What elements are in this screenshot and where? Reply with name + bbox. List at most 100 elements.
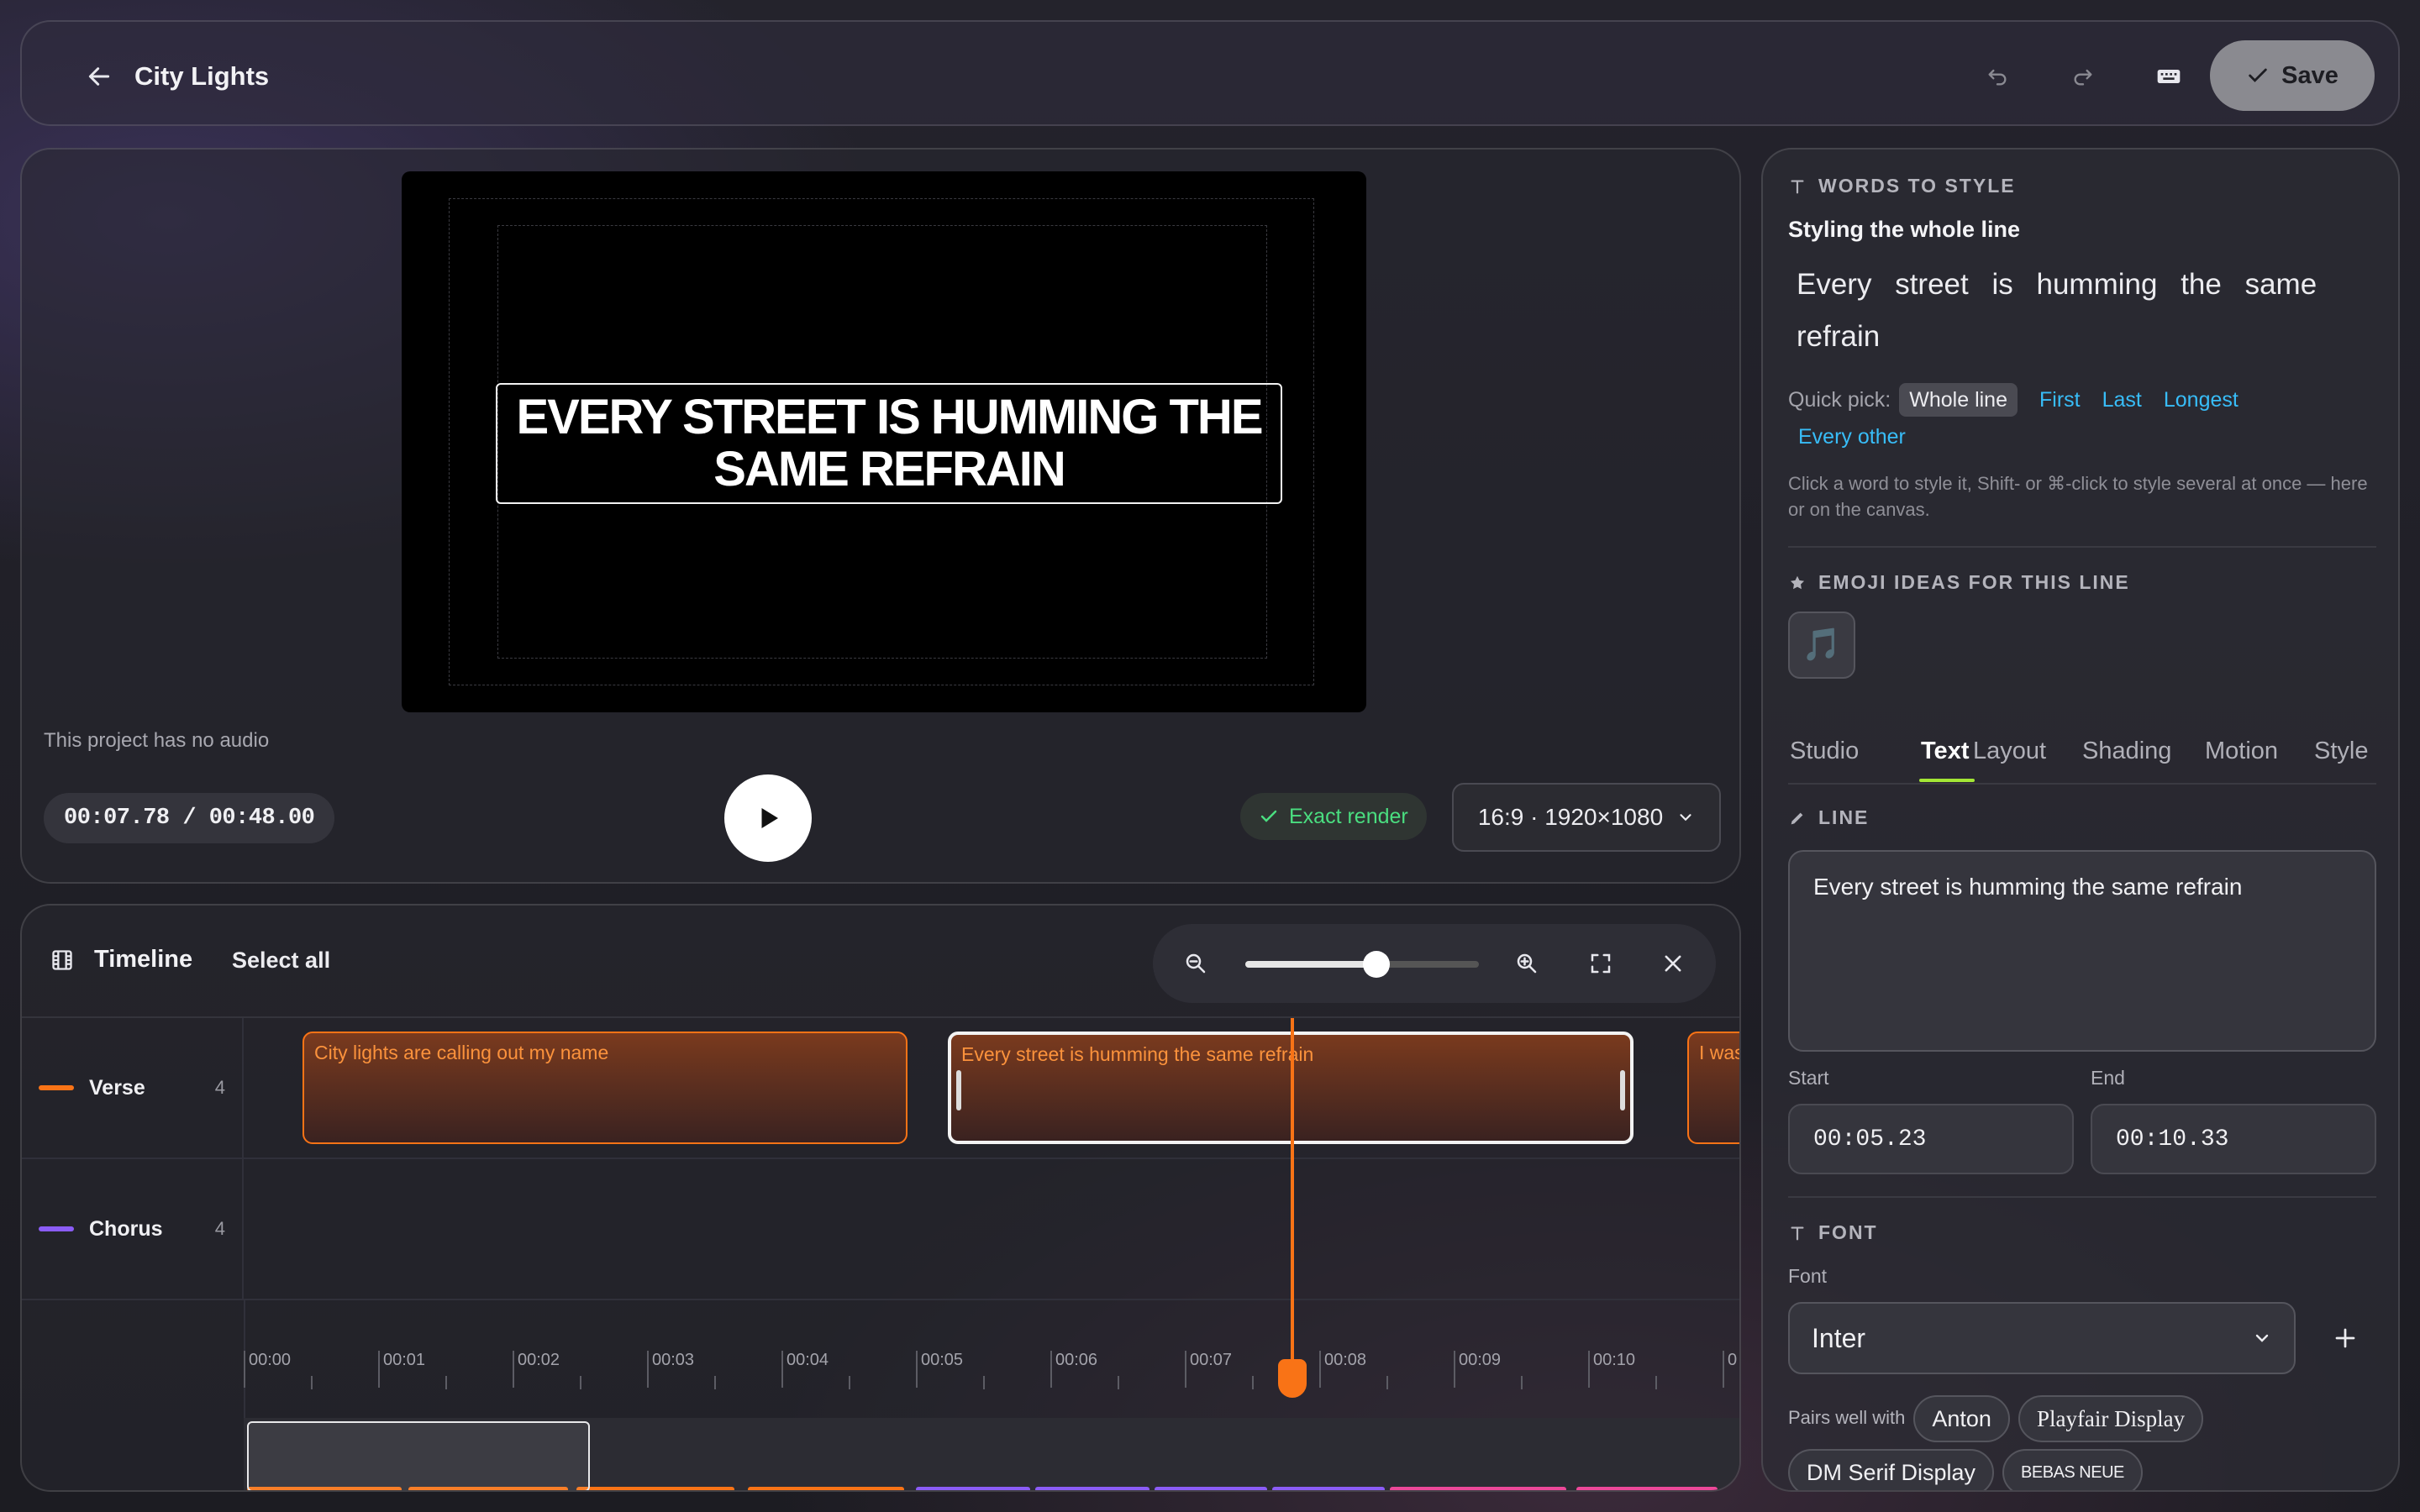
font-pair-chip[interactable]: DM Serif Display (1788, 1449, 1995, 1490)
tab-layout[interactable]: Layout (1973, 738, 2046, 765)
ruler-minor-tick (983, 1376, 985, 1389)
lane-count: 4 (214, 1077, 225, 1098)
quick-pick-first[interactable]: First (2039, 388, 2081, 412)
lane-verse: Verse 4 City lights are calling out my n… (22, 1018, 1739, 1159)
aspect-ratio-select[interactable]: 16:9 · 1920×1080 (1452, 783, 1721, 852)
playhead (1291, 1018, 1294, 1396)
caption-clip[interactable]: I was (1687, 1032, 1741, 1144)
ruler-minor-tick (1655, 1376, 1657, 1389)
clip-text: I was (1699, 1042, 1741, 1063)
music-note-icon: 🎵 (1802, 627, 1842, 663)
clip-trim-handle-right[interactable] (1620, 1070, 1625, 1110)
lane-name: Verse (89, 1075, 145, 1100)
ruler-tick-label: 00:01 (378, 1351, 425, 1388)
overview-segment (1272, 1487, 1385, 1490)
word-token[interactable]: same (2245, 268, 2317, 301)
undo-icon[interactable] (1976, 55, 2018, 97)
caption-box[interactable]: Every street is humming the same refrain (496, 383, 1282, 504)
start-time-input[interactable]: 00:05.23 (1788, 1104, 2074, 1174)
ruler-minor-tick (849, 1376, 850, 1389)
font-pair-chip[interactable]: Playfair Display (2018, 1395, 2204, 1443)
word-token[interactable]: humming (2037, 268, 2158, 301)
end-time-input[interactable]: 00:10.33 (2091, 1104, 2376, 1174)
word-token[interactable]: refrain (1797, 320, 1880, 353)
play-icon (761, 808, 778, 828)
ruler-tick-label: 00:03 (647, 1351, 694, 1388)
ruler-tick-label: 00:06 (1050, 1351, 1097, 1388)
overview-segment (916, 1487, 1030, 1490)
tab-style[interactable]: Style (2314, 738, 2368, 765)
start-label: Start (1788, 1067, 1829, 1089)
emoji-suggestion[interactable]: 🎵 (1788, 612, 1855, 679)
exact-render-badge: Exact render (1240, 793, 1427, 840)
clip-trim-handle-left[interactable] (956, 1070, 961, 1110)
save-button[interactable]: Save (2210, 40, 2375, 111)
add-font-button[interactable] (2324, 1317, 2366, 1359)
words-to-style-heading: WORDS TO STYLE (1788, 175, 2016, 197)
zoom-out-icon[interactable] (1176, 944, 1215, 983)
select-all-button[interactable]: Select all (232, 948, 330, 974)
timeline-overview[interactable] (244, 1418, 1739, 1490)
line-text-input[interactable]: Every street is humming the same refrain (1788, 850, 2376, 1052)
lane-label-chorus[interactable]: Chorus 4 (22, 1159, 244, 1299)
video-canvas[interactable]: Every street is humming the same refrain (402, 171, 1366, 712)
word-picker-hint: Click a word to style it, Shift- or ⌘-cl… (1788, 473, 2368, 520)
quick-pick-every-other[interactable]: Every other (1798, 425, 1906, 449)
pairs-label: Pairs well with (1788, 1407, 1906, 1428)
font-select[interactable]: Inter (1788, 1302, 2296, 1374)
check-icon (2249, 68, 2267, 82)
timeline-panel: Timeline Select all Verse 4 City lights … (20, 904, 1741, 1492)
chevron-down-icon (1680, 814, 1691, 822)
word-token[interactable]: is (1991, 268, 2012, 301)
no-audio-notice: This project has no audio (44, 729, 270, 752)
styling-status: Styling the whole line (1788, 217, 2021, 242)
plus-icon (2335, 1328, 2355, 1348)
quick-pick-whole-line[interactable]: Whole line (1899, 383, 2018, 417)
timeline-title: Timeline (50, 946, 192, 974)
word-token[interactable]: street (1895, 268, 1969, 301)
time-ruler[interactable]: 00:00 00:01 00:02 00:03 00:04 00:05 00:06 00:07… (244, 1351, 1739, 1398)
zoom-in-icon[interactable] (1507, 944, 1546, 983)
tab-shading[interactable]: Shading (2082, 738, 2171, 765)
project-title: City Lights (134, 61, 270, 91)
active-tab-indicator (1919, 779, 1975, 782)
keyboard-icon[interactable] (2148, 55, 2190, 97)
quick-pick: Quick pick: Whole line First Last Longest Eve… (1788, 381, 2376, 455)
redo-icon[interactable] (2062, 55, 2104, 97)
overview-segment (748, 1487, 904, 1490)
end-label: End (2091, 1067, 2125, 1089)
fit-screen-icon[interactable] (1581, 944, 1620, 983)
ruler-tick-label: 00:09 (1454, 1351, 1501, 1388)
quick-pick-last[interactable]: Last (2102, 388, 2142, 412)
word-token[interactable]: Every (1797, 268, 1871, 301)
lane-label-verse[interactable]: Verse 4 (22, 1018, 244, 1158)
zoom-slider-knob[interactable] (1362, 951, 1390, 978)
emoji-ideas-heading: EMOJI IDEAS FOR THIS LINE (1788, 571, 2130, 594)
quick-pick-longest[interactable]: Longest (2164, 388, 2238, 412)
close-icon[interactable] (1654, 944, 1692, 983)
top-bar: City Lights Save (20, 20, 2400, 126)
check-icon (1260, 810, 1277, 822)
tab-studio[interactable]: Studio (1790, 738, 1859, 765)
time-display: 00:07.78 / 00:48.00 (44, 793, 335, 843)
ruler-minor-tick (1118, 1376, 1119, 1389)
zoom-controls (1153, 924, 1716, 1003)
tab-motion[interactable]: Motion (2205, 738, 2278, 765)
zoom-slider[interactable] (1245, 951, 1479, 978)
overview-viewport[interactable] (247, 1421, 590, 1490)
tab-text[interactable]: Text (1921, 738, 1969, 765)
lane-name: Chorus (89, 1216, 163, 1241)
font-pair-chip[interactable]: BEBAS NEUE (2002, 1449, 2143, 1490)
play-button[interactable] (724, 774, 812, 862)
word-token[interactable]: the (2181, 268, 2222, 301)
chevron-down-icon (2255, 1334, 2269, 1342)
playhead-handle[interactable] (1278, 1359, 1307, 1398)
ruler-tick-label: 00:10 (1588, 1351, 1635, 1388)
caption-clip[interactable]: City lights are calling out my name (302, 1032, 908, 1144)
back-arrow-icon[interactable] (81, 58, 118, 95)
text-icon (1791, 1226, 1804, 1240)
font-pair-chip[interactable]: Anton (1913, 1395, 2010, 1443)
timeline-title-label: Timeline (94, 946, 193, 973)
ruler-tick-label: 00:04 (781, 1351, 829, 1388)
ruler-minor-tick (1386, 1376, 1388, 1389)
